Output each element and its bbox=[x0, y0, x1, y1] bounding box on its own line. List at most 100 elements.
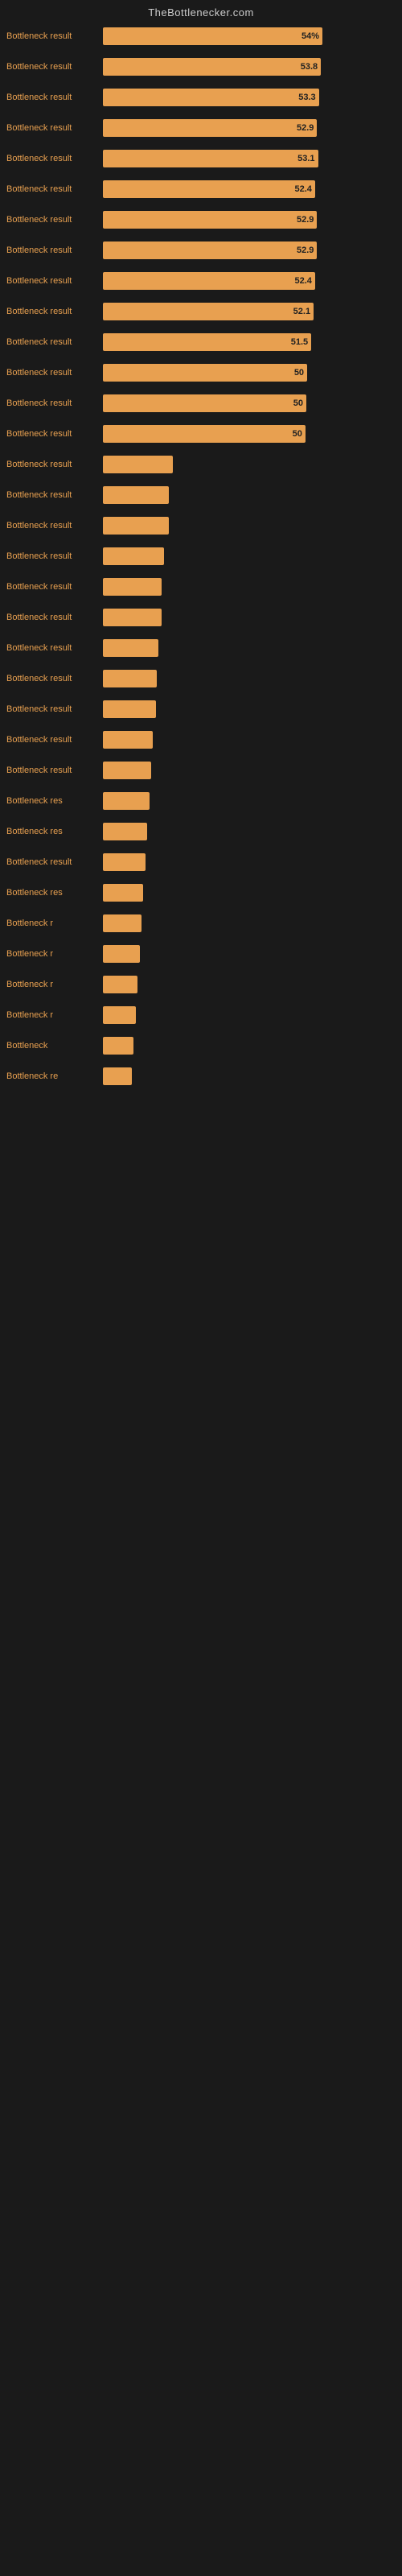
bar-container: 52.9 bbox=[103, 242, 396, 259]
bar-chart: Bottleneck result54%Bottleneck result53.… bbox=[0, 22, 402, 1092]
bar-container: 54% bbox=[103, 27, 396, 45]
bar-label: Bottleneck result bbox=[6, 460, 103, 469]
list-item: Bottleneck r bbox=[0, 1001, 402, 1031]
bar-container bbox=[103, 456, 396, 473]
bar-label: Bottleneck result bbox=[6, 490, 103, 500]
bar-label: Bottleneck result bbox=[6, 398, 103, 408]
bar-container bbox=[103, 1067, 396, 1085]
bar-fill bbox=[103, 792, 150, 810]
bar-label: Bottleneck result bbox=[6, 307, 103, 316]
bar-fill bbox=[103, 976, 137, 993]
bar-container: 52.4 bbox=[103, 180, 396, 198]
bar-label: Bottleneck result bbox=[6, 643, 103, 653]
bar-fill bbox=[103, 914, 142, 932]
bar-container bbox=[103, 762, 396, 779]
bar-container bbox=[103, 853, 396, 871]
bar-fill: 50 bbox=[103, 394, 306, 412]
bar-label: Bottleneck result bbox=[6, 93, 103, 102]
bar-value: 52.1 bbox=[293, 307, 310, 316]
bar-container bbox=[103, 517, 396, 535]
bar-value: 52.9 bbox=[297, 215, 314, 225]
bar-value: 54% bbox=[302, 31, 319, 41]
bar-fill: 52.4 bbox=[103, 272, 315, 290]
bar-container: 50 bbox=[103, 364, 396, 382]
bar-container bbox=[103, 884, 396, 902]
bar-label: Bottleneck result bbox=[6, 857, 103, 867]
header: TheBottlenecker.com bbox=[0, 0, 402, 22]
bar-value: 52.4 bbox=[294, 276, 311, 286]
bar-label: Bottleneck re bbox=[6, 1071, 103, 1081]
list-item: Bottleneck re bbox=[0, 1062, 402, 1092]
bar-fill bbox=[103, 945, 140, 963]
list-item: Bottleneck result52.9 bbox=[0, 114, 402, 144]
list-item: Bottleneck result bbox=[0, 542, 402, 572]
bar-value: 50 bbox=[293, 429, 302, 439]
list-item: Bottleneck result bbox=[0, 572, 402, 603]
list-item: Bottleneck r bbox=[0, 909, 402, 939]
list-item: Bottleneck result bbox=[0, 511, 402, 542]
bar-fill: 54% bbox=[103, 27, 322, 45]
list-item: Bottleneck r bbox=[0, 970, 402, 1001]
bar-container bbox=[103, 578, 396, 596]
bar-fill bbox=[103, 884, 143, 902]
bar-fill bbox=[103, 823, 147, 840]
bar-container: 52.4 bbox=[103, 272, 396, 290]
list-item: Bottleneck result53.3 bbox=[0, 83, 402, 114]
bar-fill bbox=[103, 762, 151, 779]
bar-label: Bottleneck result bbox=[6, 582, 103, 592]
bar-label: Bottleneck result bbox=[6, 704, 103, 714]
bar-label: Bottleneck result bbox=[6, 184, 103, 194]
bar-container: 53.8 bbox=[103, 58, 396, 76]
bar-value: 52.4 bbox=[294, 184, 311, 194]
bar-fill bbox=[103, 578, 162, 596]
list-item: Bottleneck result bbox=[0, 481, 402, 511]
bar-container: 52.9 bbox=[103, 119, 396, 137]
bar-label: Bottleneck result bbox=[6, 766, 103, 775]
bar-label: Bottleneck res bbox=[6, 796, 103, 806]
list-item: Bottleneck result 52.1 bbox=[0, 297, 402, 328]
bar-label: Bottleneck res bbox=[6, 888, 103, 898]
bar-fill bbox=[103, 486, 169, 504]
bar-label: Bottleneck result bbox=[6, 337, 103, 347]
bar-fill: 52.4 bbox=[103, 180, 315, 198]
list-item: Bottleneck r bbox=[0, 939, 402, 970]
bar-fill bbox=[103, 1037, 133, 1055]
bar-label: Bottleneck r bbox=[6, 980, 103, 989]
bar-value: 50 bbox=[294, 368, 304, 378]
bar-container: 53.1 bbox=[103, 150, 396, 167]
bar-fill bbox=[103, 731, 153, 749]
list-item: Bottleneck result53.1 bbox=[0, 144, 402, 175]
bar-label: Bottleneck result bbox=[6, 368, 103, 378]
bar-label: Bottleneck result bbox=[6, 674, 103, 683]
bar-label: Bottleneck result bbox=[6, 551, 103, 561]
list-item: Bottleneck result 52.4 bbox=[0, 266, 402, 297]
list-item: Bottleneck bbox=[0, 1031, 402, 1062]
list-item: Bottleneck res bbox=[0, 817, 402, 848]
bar-fill bbox=[103, 517, 169, 535]
list-item: Bottleneck result bbox=[0, 756, 402, 786]
bar-container: 53.3 bbox=[103, 89, 396, 106]
site-title: TheBottlenecker.com bbox=[0, 0, 402, 22]
list-item: Bottleneck result52.9 bbox=[0, 236, 402, 266]
bar-container bbox=[103, 914, 396, 932]
bar-label: Bottleneck result bbox=[6, 276, 103, 286]
bar-fill: 52.9 bbox=[103, 211, 317, 229]
bar-fill bbox=[103, 853, 146, 871]
bar-container: 50 bbox=[103, 425, 396, 443]
bar-container bbox=[103, 609, 396, 626]
bar-container bbox=[103, 1006, 396, 1024]
bar-fill bbox=[103, 639, 158, 657]
list-item: Bottleneck result bbox=[0, 725, 402, 756]
bar-fill bbox=[103, 670, 157, 687]
list-item: Bottleneck result 50 bbox=[0, 358, 402, 389]
list-item: Bottleneck result bbox=[0, 450, 402, 481]
bar-fill: 53.3 bbox=[103, 89, 319, 106]
bar-label: Bottleneck result bbox=[6, 613, 103, 622]
bar-container: 52.1 bbox=[103, 303, 396, 320]
bar-container bbox=[103, 700, 396, 718]
bar-fill: 50 bbox=[103, 425, 306, 443]
list-item: Bottleneck result54% bbox=[0, 22, 402, 52]
bar-fill: 53.8 bbox=[103, 58, 321, 76]
list-item: Bottleneck result 52.4 bbox=[0, 175, 402, 205]
list-item: Bottleneck result52.9 bbox=[0, 205, 402, 236]
